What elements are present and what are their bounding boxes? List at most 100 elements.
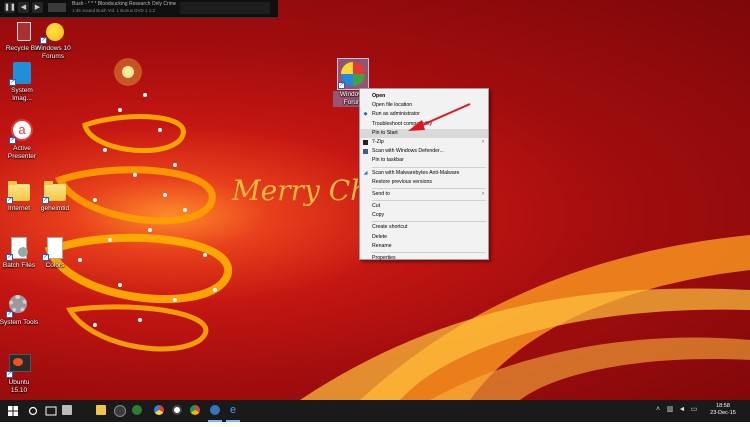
search-button[interactable] (24, 400, 42, 422)
menu-separator (372, 187, 486, 189)
active-presenter-icon: a ↗ (9, 118, 35, 144)
menu-item-label: Send to (372, 190, 390, 197)
track-title: Bush - * * * Bloodsucking Research Only … (72, 1, 176, 7)
desktop-icon-system-tools[interactable]: ↗ System Tools (0, 292, 41, 327)
media-player-bar: ❚❚ ◀ ▶ Bush - * * * Bloodsucking Researc… (0, 0, 278, 18)
folder-icon: ↗ (6, 178, 32, 204)
desktop-icon-label: Active Presenter (7, 145, 37, 160)
taskbar-paint[interactable] (150, 400, 168, 422)
clock-date: 23-Dec-15 (710, 410, 736, 416)
document-icon: ↗ (42, 235, 68, 261)
ubuntu-icon: ↗ (6, 352, 32, 378)
menu-item-send-to[interactable]: Send to › (360, 190, 488, 199)
desktop-icon-label: Windows 10 Forums (35, 45, 71, 60)
track-subtitle: 1:45 Sound Bush Vol. 1 Bonus DVD 1 1:2 (72, 8, 156, 13)
menu-separator (372, 200, 486, 202)
taskbar-chrome[interactable] (186, 400, 204, 422)
notification-icon[interactable]: ▭ (690, 406, 698, 414)
network-icon[interactable]: ▥ (666, 406, 674, 414)
menu-separator (372, 252, 486, 253)
menu-item-label: Pin to taskbar (372, 157, 404, 164)
menu-item-label: 7-Zip (372, 138, 384, 145)
malwarebytes-icon: ◢ (363, 169, 368, 176)
paint-icon (154, 405, 164, 415)
desktop-icon-ubuntu[interactable]: ↗ Ubuntu 15.10 (0, 352, 41, 395)
taskbar-record[interactable] (168, 400, 186, 422)
menu-item-label: Cut (372, 203, 381, 210)
desktop-icon-colors[interactable]: ↗ Colors (33, 235, 77, 270)
menu-item-properties[interactable]: Properties (360, 254, 488, 263)
xbox-icon (132, 405, 142, 415)
taskbar: e ˄ ▥ ◄ ▭ 18:58 23-Dec-15 (0, 400, 750, 422)
menu-item-label: Delete (372, 233, 387, 240)
desktop-icon-system-image[interactable]: ↗ System Imag... (0, 60, 44, 103)
chevron-right-icon: › (482, 190, 484, 197)
search-icon (28, 406, 38, 416)
menu-separator (372, 166, 486, 168)
desktop-icon-active-presenter[interactable]: a ↗ Active Presenter (0, 118, 44, 161)
menu-item-scan-windows-defender[interactable]: Scan with Windows Defender... (360, 147, 488, 156)
clock-time: 18:58 (716, 403, 730, 409)
taskbar-edge[interactable] (206, 400, 224, 422)
menu-item-label: Properties (372, 255, 396, 261)
desktop[interactable]: Merry Ch ❚❚ ◀ ▶ Bush - * * * Bloodsuckin… (0, 0, 750, 400)
record-icon (172, 405, 182, 415)
windows-start-icon (8, 406, 18, 416)
menu-item-restore-previous-versions[interactable]: Restore previous versions (360, 178, 488, 187)
desktop-icon-label: Colors (45, 262, 65, 269)
menu-item-label: Copy (372, 212, 385, 219)
windows-orb-icon: ↗ (40, 18, 66, 44)
desktop-icon-label: geheimtid (40, 205, 70, 212)
chevron-right-icon: › (482, 138, 484, 145)
chevron-up-icon[interactable]: ˄ (654, 406, 662, 414)
menu-item-copy[interactable]: Copy (360, 211, 488, 220)
menu-item-label: Pin to Start (372, 129, 398, 136)
7zip-icon (363, 139, 368, 145)
menu-item-scan-malwarebytes[interactable]: ◢ Scan with Malwarebytes Anti-Malware (360, 169, 488, 178)
menu-item-rename[interactable]: Rename (360, 242, 488, 251)
next-icon[interactable]: ▶ (32, 2, 43, 13)
menu-item-7zip[interactable]: 7-Zip › (360, 138, 488, 147)
taskbar-xbox[interactable] (128, 400, 146, 422)
volume-icon[interactable]: ◄ (678, 406, 686, 414)
volume-slider[interactable] (48, 3, 66, 12)
pause-icon[interactable]: ❚❚ (4, 2, 16, 13)
menu-separator (372, 221, 486, 223)
menu-item-label: Create shortcut (372, 224, 408, 231)
internet-explorer-icon: e (229, 404, 237, 416)
file-explorer-icon (96, 405, 106, 415)
shield-icon: ◆ (363, 111, 368, 118)
batch-files-icon: ↗ (6, 235, 32, 261)
annotation-arrow-icon (408, 103, 471, 131)
menu-item-cut[interactable]: Cut (360, 202, 488, 211)
edge-icon (210, 405, 220, 415)
menu-item-label: Scan with Windows Defender... (372, 148, 444, 155)
seek-bar[interactable] (180, 2, 270, 14)
folder-icon: ↗ (42, 178, 68, 204)
recycle-bin-icon (62, 405, 72, 415)
menu-item-label: Open (372, 93, 386, 99)
media-player-icon (114, 405, 126, 417)
taskbar-clock[interactable]: 18:58 23-Dec-15 (704, 403, 742, 417)
taskbar-recycle-bin[interactable] (58, 400, 76, 422)
menu-item-label: Scan with Malwarebytes Anti-Malware (372, 169, 460, 176)
previous-icon[interactable]: ◀ (18, 2, 29, 13)
desktop-icon-windows-10-forums[interactable]: ↗ Windows 10 Forums (31, 18, 75, 61)
menu-item-create-shortcut[interactable]: Create shortcut (360, 223, 488, 232)
system-image-icon: ↗ (9, 60, 35, 86)
menu-item-label: Restore previous versions (372, 178, 432, 185)
desktop-icon-label: System Tools (0, 319, 39, 326)
menu-item-pin-to-taskbar[interactable]: Pin to taskbar (360, 156, 488, 165)
gear-icon: ↗ (6, 292, 32, 318)
menu-item-label: Rename (372, 242, 392, 249)
defender-icon (363, 149, 368, 155)
menu-item-delete[interactable]: Delete (360, 233, 488, 242)
taskbar-internet-explorer[interactable]: e (224, 400, 242, 422)
chrome-icon (190, 405, 200, 415)
desktop-icon-geheimtid[interactable]: ↗ geheimtid (33, 178, 77, 213)
windows-orb-icon: ↗ (337, 58, 369, 90)
wallpaper-greeting: Merry Ch (231, 174, 368, 207)
taskbar-media-player[interactable] (110, 400, 128, 422)
start-button[interactable] (2, 400, 24, 422)
taskbar-file-explorer[interactable] (92, 400, 110, 422)
